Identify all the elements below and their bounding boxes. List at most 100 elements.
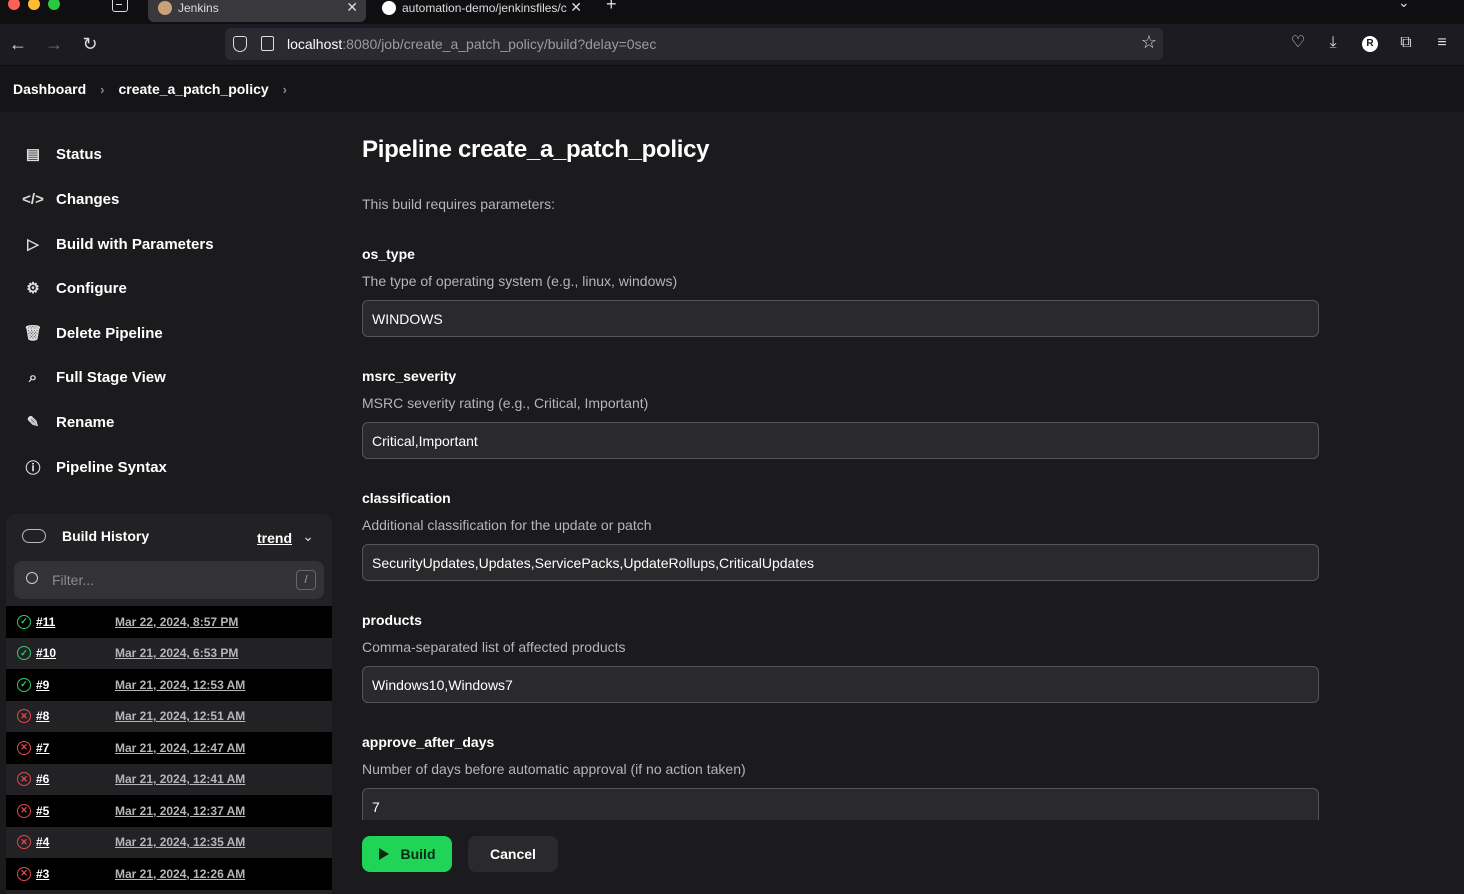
build-date-link[interactable]: Mar 21, 2024, 12:41 AM [115,772,245,786]
os-type-input[interactable] [362,300,1319,337]
cloud-icon [22,529,46,543]
build-date-link[interactable]: Mar 21, 2024, 12:35 AM [115,835,245,849]
build-number-link[interactable]: #9 [36,678,115,692]
trend-link[interactable]: trend [257,530,292,546]
build-date-link[interactable]: Mar 21, 2024, 12:37 AM [115,804,245,818]
tab-close-icon[interactable]: ✕ [346,0,358,16]
build-number-link[interactable]: #11 [36,615,115,629]
jenkins-favicon-icon [158,1,172,15]
tab-github[interactable]: automation-demo/jenkinsfiles/c ✕ [372,0,590,22]
build-button[interactable]: Build [362,836,452,872]
pencil-icon: ✎ [26,414,40,431]
extensions-icon[interactable]: ⧉ [1395,32,1417,54]
failure-x-icon: ✕ [17,835,31,850]
sidebar-item-configure[interactable]: ⚙ Configure [22,276,127,300]
help-icon: ⓘ [25,459,41,477]
param-name: approve_after_days [362,734,495,750]
param-name: msrc_severity [362,368,457,384]
url-text[interactable]: localhost:8080/job/create_a_patch_policy… [287,36,656,52]
window-minimize-button[interactable] [28,0,40,10]
success-check-icon: ✓ [17,677,31,692]
build-row[interactable]: ✕ #8 Mar 21, 2024, 12:51 AM [6,701,332,733]
url-bar[interactable]: localhost:8080/job/create_a_patch_policy… [225,28,1163,60]
sidebar-item-label: Configure [56,279,127,297]
window-close-button[interactable] [8,0,20,10]
tab-list-chevron-icon[interactable]: ⌄ [1398,0,1410,11]
build-history-panel: Build History trend ⌄ / ✓ #11 Mar 22, 20… [6,514,332,894]
tab-close-icon[interactable]: ✕ [570,0,582,16]
browser-sidebar-icon[interactable] [112,0,128,12]
build-row[interactable]: ✕ #7 Mar 21, 2024, 12:47 AM [6,732,332,764]
build-row[interactable]: ✕ #5 Mar 21, 2024, 12:37 AM [6,795,332,827]
classification-input[interactable] [362,544,1319,581]
build-number-link[interactable]: #3 [36,867,115,881]
url-path: :8080/job/create_a_patch_policy/build?de… [342,36,657,52]
sidebar-item-rename[interactable]: ✎ Rename [22,410,115,434]
build-date-link[interactable]: Mar 21, 2024, 12:47 AM [115,741,245,755]
failure-x-icon: ✕ [17,740,31,755]
build-date-link[interactable]: Mar 21, 2024, 12:51 AM [115,709,245,723]
sidebar-item-changes[interactable]: </> Changes [22,187,119,211]
sidebar-item-label: Rename [56,413,115,431]
build-filter-input[interactable] [52,570,282,590]
build-row[interactable]: ✕ #6 Mar 21, 2024, 12:41 AM [6,764,332,796]
chevron-right-icon[interactable]: › [283,82,287,97]
reload-icon[interactable]: ↻ [80,34,100,54]
failure-x-icon: ✕ [17,709,31,724]
sidebar-item-pipeline-syntax[interactable]: ⓘ Pipeline Syntax [22,455,166,479]
menu-hamburger-icon[interactable]: ≡ [1431,32,1453,54]
build-date-link[interactable]: Mar 21, 2024, 12:26 AM [115,867,245,881]
build-number-link[interactable]: #6 [36,772,115,786]
profile-avatar[interactable]: R [1362,36,1378,52]
breadcrumb-dashboard[interactable]: Dashboard [13,81,86,97]
build-number-link[interactable]: #10 [36,646,115,660]
build-row[interactable]: ✓ #9 Mar 21, 2024, 12:53 AM [6,669,332,701]
new-tab-plus-icon[interactable]: + [606,0,617,15]
chevron-right-icon: › [100,81,105,97]
build-date-link[interactable]: Mar 21, 2024, 6:53 PM [115,646,238,660]
back-arrow-icon[interactable]: ← [8,34,28,54]
breadcrumb-job[interactable]: create_a_patch_policy [118,81,268,97]
products-input[interactable] [362,666,1319,703]
build-row[interactable]: ✕ #4 Mar 21, 2024, 12:35 AM [6,827,332,859]
chevron-down-icon[interactable]: ⌄ [302,528,314,545]
build-number-link[interactable]: #8 [36,709,115,723]
sidebar-item-delete-pipeline[interactable]: 🗑 Delete Pipeline [22,321,163,345]
tab-jenkins[interactable]: Jenkins ✕ [148,0,366,22]
cancel-button[interactable]: Cancel [468,836,558,872]
success-check-icon: ✓ [17,614,31,629]
keyboard-shortcut-badge: / [296,570,316,590]
msrc-severity-input[interactable] [362,422,1319,459]
build-number-link[interactable]: #7 [36,741,115,755]
build-history-header: Build History [22,528,149,544]
search-icon: ⌕ [28,368,38,386]
build-date-link[interactable]: Mar 22, 2024, 8:57 PM [115,615,238,629]
downloads-icon[interactable]: ⤓ [1322,32,1344,54]
build-row[interactable]: ✓ #11 Mar 22, 2024, 8:57 PM [6,606,332,638]
page-title: Pipeline create_a_patch_policy [362,136,710,163]
build-row[interactable]: ✕ #3 Mar 21, 2024, 12:26 AM [6,858,332,890]
tab-title: automation-demo/jenkinsfiles/c [402,1,567,15]
param-description: The type of operating system (e.g., linu… [362,273,678,289]
bookmark-star-icon[interactable]: ☆ [1141,32,1157,53]
window-zoom-button[interactable] [48,0,60,10]
page-info-icon[interactable] [261,36,274,51]
sidebar-item-status[interactable]: ▤ Status [22,142,102,166]
failure-x-icon: ✕ [17,866,31,881]
gear-icon: ⚙ [26,280,40,297]
sidebar-item-label: Delete Pipeline [56,324,163,342]
tracking-shield-icon[interactable] [233,36,247,52]
sidebar-item-full-stage-view[interactable]: ⌕ Full Stage View [22,365,166,389]
build-button-label: Build [400,846,436,862]
build-date-link[interactable]: Mar 21, 2024, 12:53 AM [115,678,245,692]
parameters-intro: This build requires parameters: [362,196,555,212]
build-number-link[interactable]: #5 [36,804,115,818]
sidebar-item-label: Status [56,145,102,163]
build-number-link[interactable]: #4 [36,835,115,849]
forward-arrow-icon[interactable]: → [44,34,64,54]
sidebar-item-build-with-parameters[interactable]: ▷ Build with Parameters [22,232,213,256]
build-row[interactable]: ✓ #10 Mar 21, 2024, 6:53 PM [6,638,332,670]
pocket-icon[interactable]: ♡ [1287,32,1309,54]
build-history-list: ✓ #11 Mar 22, 2024, 8:57 PM ✓ #10 Mar 21… [6,606,332,890]
browser-tab-bar: Jenkins ✕ automation-demo/jenkinsfiles/c… [0,0,1464,24]
